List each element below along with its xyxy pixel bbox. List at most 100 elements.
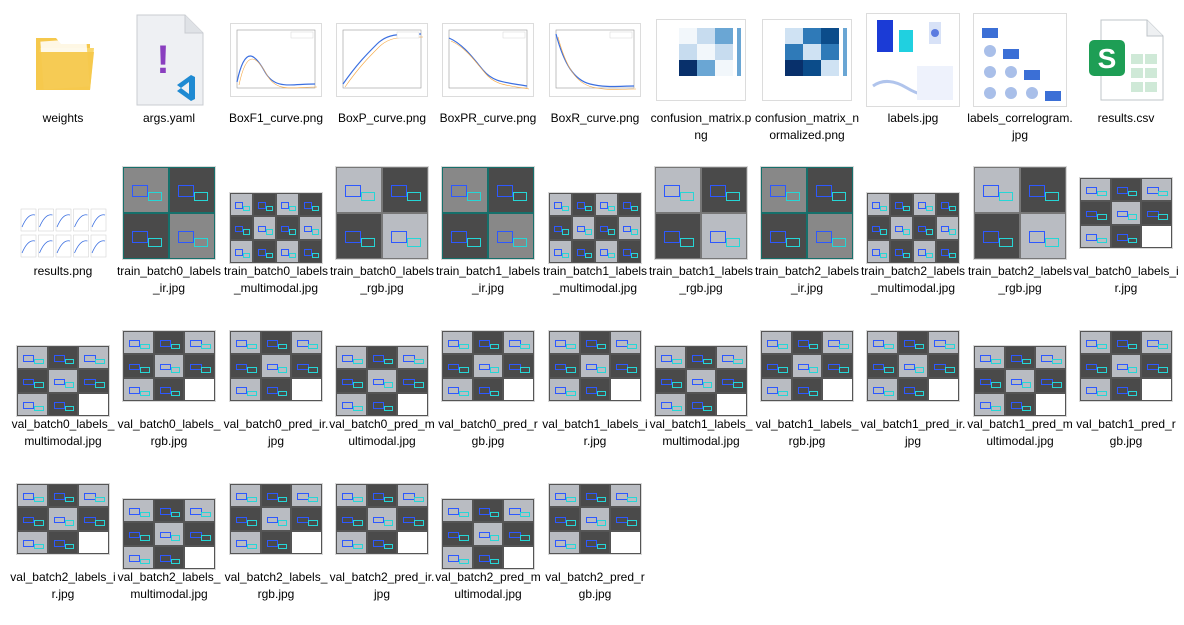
file-name-label: val_batch0_labels_ir.jpg <box>1073 264 1179 295</box>
file-item[interactable]: val_batch0_pred_multimodal.jpg <box>329 306 435 456</box>
file-name-label: BoxR_curve.png <box>550 111 640 125</box>
file-name-label: val_batch2_labels_ir.jpg <box>10 570 116 601</box>
file-name-label: val_batch0_pred_rgb.jpg <box>438 417 538 448</box>
curve-thumbnail <box>438 10 538 110</box>
file-item[interactable]: val_batch0_pred_ir.jpg <box>223 306 329 456</box>
file-item[interactable]: train_batch1_labels_ir.jpg <box>435 153 541 303</box>
file-item[interactable]: val_batch2_pred_multimodal.jpg <box>435 459 541 609</box>
file-name-label: labels.jpg <box>887 111 939 125</box>
file-grid: weights ! args.yaml BoxF1_curve.png BoxP… <box>0 0 1184 625</box>
image-thumbnail <box>757 316 857 416</box>
image-thumbnail <box>757 163 857 263</box>
file-name-label: results.png <box>33 264 93 278</box>
file-item[interactable]: val_batch1_labels_ir.jpg <box>542 306 648 456</box>
file-item[interactable]: labels_correlogram.jpg <box>967 0 1073 150</box>
file-name-label: val_batch1_labels_multimodal.jpg <box>649 417 753 448</box>
file-name-label: val_batch2_labels_rgb.jpg <box>224 570 328 601</box>
folder-icon <box>13 10 113 110</box>
image-thumbnail <box>226 163 326 263</box>
file-name-label: train_batch1_labels_ir.jpg <box>435 264 541 295</box>
file-item[interactable]: val_batch1_pred_rgb.jpg <box>1073 306 1179 456</box>
image-thumbnail <box>1076 163 1176 263</box>
file-name-label: BoxP_curve.png <box>337 111 427 125</box>
svg-text:!: ! <box>156 38 169 82</box>
image-thumbnail <box>970 163 1070 263</box>
file-item[interactable]: Sresults.csv <box>1073 0 1179 150</box>
file-item[interactable]: val_batch2_labels_ir.jpg <box>10 459 116 609</box>
file-name-label: val_batch0_pred_ir.jpg <box>223 417 329 448</box>
file-item[interactable]: val_batch2_pred_rgb.jpg <box>542 459 648 609</box>
file-item[interactable]: val_batch2_pred_ir.jpg <box>329 459 435 609</box>
file-name-label: val_batch0_labels_rgb.jpg <box>117 417 221 448</box>
file-name-label: train_batch1_labels_multimodal.jpg <box>542 264 648 295</box>
image-thumbnail <box>119 316 219 416</box>
file-name-label: BoxF1_curve.png <box>228 111 324 125</box>
file-name-label: train_batch0_labels_rgb.jpg <box>329 264 435 295</box>
file-item[interactable]: results.png <box>10 153 116 303</box>
image-thumbnail <box>438 163 538 263</box>
file-item[interactable]: confusion_matrix.png <box>648 0 754 150</box>
image-thumbnail <box>438 316 538 416</box>
file-item[interactable]: train_batch1_labels_rgb.jpg <box>648 153 754 303</box>
file-name-label: train_batch2_labels_multimodal.jpg <box>860 264 966 295</box>
image-thumbnail <box>332 469 432 569</box>
image-thumbnail <box>226 316 326 416</box>
file-item[interactable]: val_batch2_labels_multimodal.jpg <box>116 459 222 609</box>
svg-text:S: S <box>1098 43 1117 74</box>
correlogram-thumbnail <box>970 10 1070 110</box>
file-name-label: train_batch0_labels_ir.jpg <box>116 264 222 295</box>
file-item[interactable]: val_batch0_pred_rgb.jpg <box>435 306 541 456</box>
results-thumbnail <box>13 163 113 263</box>
matrix-thumbnail <box>757 10 857 110</box>
file-item[interactable]: val_batch0_labels_multimodal.jpg <box>10 306 116 456</box>
image-thumbnail <box>332 316 432 416</box>
file-item[interactable]: val_batch1_pred_multimodal.jpg <box>967 306 1073 456</box>
image-thumbnail <box>651 163 751 263</box>
file-item[interactable]: val_batch1_labels_multimodal.jpg <box>648 306 754 456</box>
image-thumbnail <box>13 316 113 416</box>
file-item[interactable]: confusion_matrix_normalized.png <box>754 0 860 150</box>
csv-file-icon: S <box>1076 10 1176 110</box>
file-name-label: val_batch1_labels_ir.jpg <box>542 417 648 448</box>
file-item[interactable]: val_batch1_pred_ir.jpg <box>860 306 966 456</box>
file-item[interactable]: val_batch1_labels_rgb.jpg <box>754 306 860 456</box>
image-thumbnail <box>545 163 645 263</box>
file-name-label: val_batch0_labels_multimodal.jpg <box>11 417 115 448</box>
file-item[interactable]: BoxP_curve.png <box>329 0 435 150</box>
file-name-label: val_batch2_labels_multimodal.jpg <box>117 570 221 601</box>
file-name-label: train_batch2_labels_rgb.jpg <box>967 264 1073 295</box>
labels-thumbnail <box>863 10 963 110</box>
file-name-label: val_batch1_pred_ir.jpg <box>860 417 966 448</box>
file-item[interactable]: train_batch2_labels_ir.jpg <box>754 153 860 303</box>
file-item[interactable]: train_batch0_labels_ir.jpg <box>116 153 222 303</box>
curve-thumbnail <box>226 10 326 110</box>
image-thumbnail <box>651 316 751 416</box>
file-item[interactable]: BoxPR_curve.png <box>435 0 541 150</box>
file-item[interactable]: train_batch0_labels_multimodal.jpg <box>223 153 329 303</box>
image-thumbnail <box>863 316 963 416</box>
file-item[interactable]: train_batch2_labels_rgb.jpg <box>967 153 1073 303</box>
file-name-label: val_batch2_pred_rgb.jpg <box>545 570 645 601</box>
image-thumbnail <box>545 469 645 569</box>
file-item[interactable]: labels.jpg <box>860 0 966 150</box>
file-item[interactable]: val_batch0_labels_ir.jpg <box>1073 153 1179 303</box>
file-item[interactable]: ! args.yaml <box>116 0 222 150</box>
image-thumbnail <box>970 316 1070 416</box>
file-item[interactable]: weights <box>10 0 116 150</box>
image-thumbnail <box>332 163 432 263</box>
file-name-label: val_batch2_pred_ir.jpg <box>329 570 435 601</box>
image-thumbnail <box>13 469 113 569</box>
file-name-label: confusion_matrix.png <box>650 111 752 142</box>
file-item[interactable]: val_batch0_labels_rgb.jpg <box>116 306 222 456</box>
file-item[interactable]: val_batch2_labels_rgb.jpg <box>223 459 329 609</box>
file-item[interactable]: train_batch2_labels_multimodal.jpg <box>860 153 966 303</box>
file-name-label: confusion_matrix_normalized.png <box>754 111 860 142</box>
file-name-label: labels_correlogram.jpg <box>967 111 1073 142</box>
file-name-label: train_batch1_labels_rgb.jpg <box>648 264 754 295</box>
image-thumbnail <box>119 163 219 263</box>
file-item[interactable]: BoxR_curve.png <box>542 0 648 150</box>
file-item[interactable]: BoxF1_curve.png <box>223 0 329 150</box>
file-item[interactable]: train_batch0_labels_rgb.jpg <box>329 153 435 303</box>
file-item[interactable]: train_batch1_labels_multimodal.jpg <box>542 153 648 303</box>
file-name-label: results.csv <box>1097 111 1155 125</box>
